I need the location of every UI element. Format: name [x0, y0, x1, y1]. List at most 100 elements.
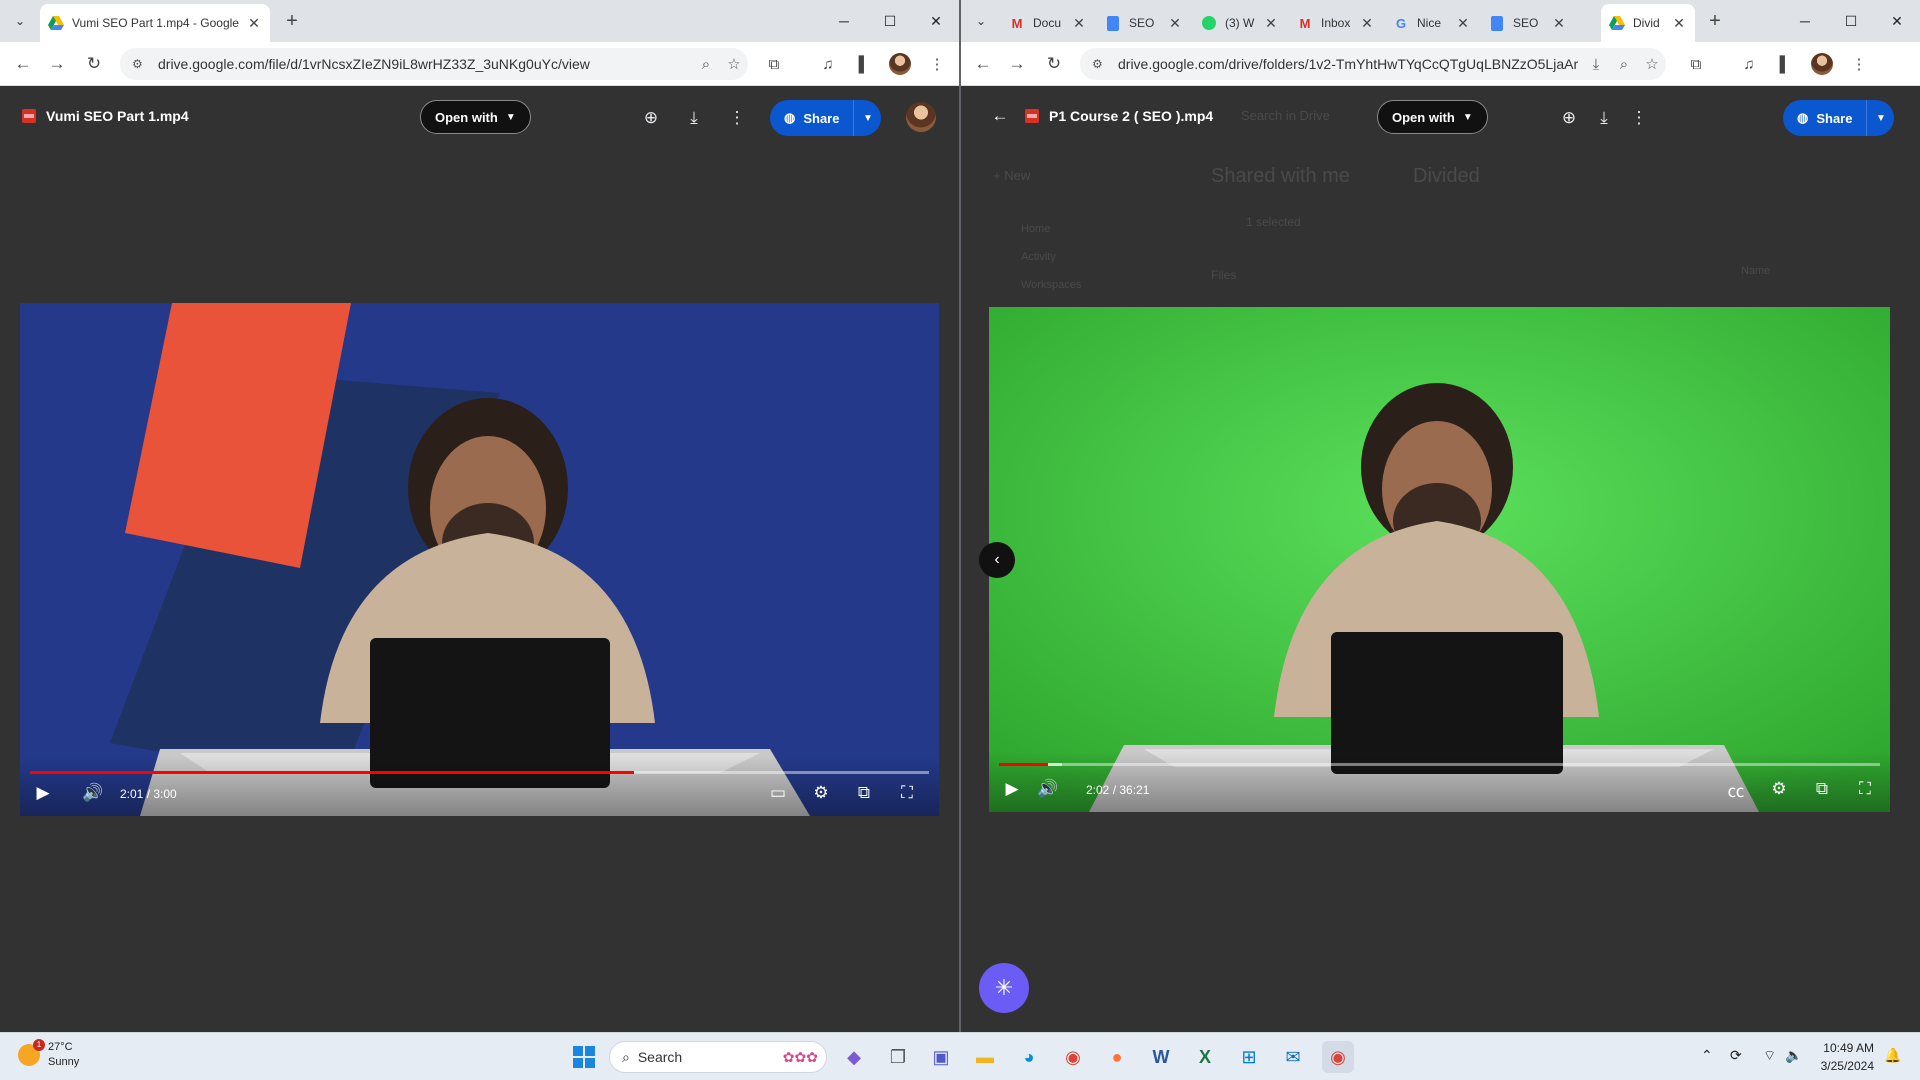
captions-icon[interactable]: ▭ — [765, 780, 791, 806]
settings-gear-icon[interactable]: ⚙ — [1766, 776, 1792, 802]
close-icon[interactable]: ✕ — [1167, 15, 1183, 32]
media-control-icon[interactable]: ♫ — [816, 52, 840, 76]
tab-search-chevron-icon[interactable]: ⌄ — [969, 9, 993, 33]
notification-bell-icon[interactable]: 🔔 — [1884, 1047, 1901, 1064]
mail-icon[interactable]: ✉ — [1277, 1041, 1309, 1073]
zoom-icon[interactable]: ⌕ — [1610, 56, 1638, 73]
close-icon[interactable]: ✕ — [1071, 15, 1087, 32]
tab-whatsapp[interactable]: (3) W ✕ — [1193, 4, 1287, 42]
share-button[interactable]: ◍ Share ▼ — [1783, 100, 1895, 136]
volume-icon[interactable]: 🔊 — [1035, 776, 1061, 802]
weather-widget[interactable]: 1 27°C Sunny — [18, 1039, 79, 1070]
profile-avatar[interactable] — [1811, 53, 1833, 75]
add-to-drive-icon[interactable]: ⊕ — [639, 106, 663, 130]
copilot-icon[interactable]: ◆ — [838, 1041, 870, 1073]
close-icon[interactable]: ✕ — [1359, 15, 1375, 32]
share-dropdown-icon[interactable]: ▼ — [1866, 100, 1894, 136]
play-icon[interactable]: ▶ — [30, 780, 56, 806]
more-menu-icon[interactable]: ⋮ — [925, 52, 949, 76]
tab-docu[interactable]: M Docu ✕ — [1001, 4, 1095, 42]
maximize-icon[interactable]: ☐ — [867, 0, 913, 42]
fullscreen-icon[interactable]: ⛶ — [894, 780, 920, 806]
window-close-icon[interactable]: ✕ — [1874, 0, 1920, 42]
more-actions-icon[interactable]: ⋮ — [725, 106, 749, 130]
edge-icon[interactable]: ◕ — [1013, 1041, 1045, 1073]
close-icon[interactable]: ✕ — [1455, 15, 1471, 32]
add-to-drive-icon[interactable]: ⊕ — [1557, 106, 1581, 130]
minimize-icon[interactable]: ─ — [1782, 0, 1828, 42]
site-info-icon[interactable]: ⚙ — [132, 57, 148, 71]
volume-icon[interactable]: 🔊 — [80, 780, 106, 806]
forward-arrow-icon[interactable]: → — [45, 52, 69, 76]
extensions-icon[interactable]: ⧉ — [1684, 52, 1708, 76]
side-panel-icon[interactable]: ▌ — [1773, 52, 1797, 76]
captions-icon[interactable]: ㏄ — [1723, 776, 1749, 802]
side-panel-icon[interactable]: ▌ — [852, 52, 876, 76]
tab-seo-doc[interactable]: SEO ✕ — [1097, 4, 1191, 42]
tray-overflow-icon[interactable]: ⌃ — [1701, 1047, 1713, 1064]
profile-avatar[interactable] — [889, 53, 911, 75]
bookmark-star-icon[interactable]: ☆ — [720, 55, 748, 73]
maximize-icon[interactable]: ☐ — [1828, 0, 1874, 42]
floating-assistant-button[interactable]: ✳ — [979, 963, 1029, 1013]
windows-start-icon[interactable] — [568, 1041, 600, 1073]
miniplayer-icon[interactable]: ⧉ — [1809, 776, 1835, 802]
sync-icon[interactable]: ⟳ — [1730, 1047, 1742, 1064]
address-bar[interactable]: ⚙ drive.google.com/drive/folders/1v2-TmY… — [1080, 48, 1666, 80]
more-actions-icon[interactable]: ⋮ — [1627, 106, 1651, 130]
share-dropdown-icon[interactable]: ▼ — [853, 100, 881, 136]
minimize-icon[interactable]: ─ — [821, 0, 867, 42]
speaker-icon[interactable]: 🔈 — [1785, 1047, 1802, 1064]
download-icon[interactable]: ⤓ — [682, 106, 706, 130]
close-icon[interactable]: ✕ — [246, 15, 262, 32]
reload-icon[interactable]: ↻ — [1042, 52, 1066, 76]
share-button[interactable]: ◍ Share ▼ — [770, 100, 882, 136]
media-control-icon[interactable]: ♫ — [1737, 52, 1761, 76]
system-clock[interactable]: 10:49 AM 3/25/2024 — [1821, 1039, 1874, 1075]
close-icon[interactable]: ✕ — [1671, 15, 1687, 32]
back-arrow-icon[interactable]: ← — [971, 52, 995, 76]
wifi-icon[interactable]: ⌔ — [1763, 1047, 1776, 1065]
tab-nice[interactable]: G Nice ✕ — [1385, 4, 1479, 42]
reload-icon[interactable]: ↻ — [82, 52, 106, 76]
forward-arrow-icon[interactable]: → — [1005, 52, 1029, 76]
zoom-icon[interactable]: ⌕ — [692, 56, 720, 73]
play-icon[interactable]: ▶ — [999, 776, 1025, 802]
close-icon[interactable]: ✕ — [1551, 15, 1567, 32]
chrome-profile-icon[interactable]: ◉ — [1322, 1041, 1354, 1073]
open-with-button[interactable]: Open with ▼ — [1377, 100, 1488, 134]
tab-seo-doc-2[interactable]: SEO ✕ — [1481, 4, 1575, 42]
site-info-icon[interactable]: ⚙ — [1092, 57, 1108, 71]
tab-search-chevron-icon[interactable]: ⌄ — [8, 9, 32, 33]
file-explorer-icon[interactable]: ▬ — [969, 1041, 1001, 1073]
fullscreen-icon[interactable]: ⛶ — [1852, 776, 1878, 802]
tab-divided[interactable]: Divid ✕ — [1601, 4, 1695, 42]
miniplayer-icon[interactable]: ⧉ — [851, 780, 877, 806]
back-arrow-icon[interactable]: ← — [988, 104, 1012, 128]
new-tab-plus-icon[interactable]: + — [1704, 10, 1726, 32]
chrome-icon[interactable]: ◉ — [1057, 1041, 1089, 1073]
video-player[interactable]: ▶ 🔊 2:01 / 3:00 ▭ ⚙ ⧉ ⛶ — [20, 303, 939, 816]
bookmark-star-icon[interactable]: ☆ — [1638, 55, 1666, 73]
open-with-button[interactable]: Open with ▼ — [420, 100, 531, 134]
teams-icon[interactable]: ▣ — [925, 1041, 957, 1073]
word-icon[interactable]: W — [1145, 1041, 1177, 1073]
tab-inbox[interactable]: M Inbox ✕ — [1289, 4, 1383, 42]
extensions-icon[interactable]: ⧉ — [762, 52, 786, 76]
previous-file-chevron-icon[interactable]: ‹ — [979, 542, 1015, 578]
store-icon[interactable]: ⊞ — [1233, 1041, 1265, 1073]
account-avatar[interactable] — [906, 102, 936, 132]
address-bar[interactable]: ⚙ drive.google.com/file/d/1vrNcsxZIeZN9i… — [120, 48, 748, 80]
excel-icon[interactable]: X — [1189, 1041, 1221, 1073]
video-progress-bar[interactable] — [30, 771, 929, 774]
video-player[interactable]: ▶ 🔊 2:02 / 36:21 ㏄ ⚙ ⧉ ⛶ — [989, 307, 1890, 812]
firefox-icon[interactable]: ● — [1101, 1041, 1133, 1073]
new-tab-plus-icon[interactable]: + — [281, 10, 303, 32]
taskbar-search[interactable]: ⌕ Search ✿✿✿ — [609, 1041, 827, 1073]
tab-vumi-seo[interactable]: Vumi SEO Part 1.mp4 - Google ✕ — [40, 4, 270, 42]
settings-gear-icon[interactable]: ⚙ — [808, 780, 834, 806]
video-progress-bar[interactable] — [999, 763, 1880, 766]
back-arrow-icon[interactable]: ← — [11, 52, 35, 76]
close-icon[interactable]: ✕ — [1263, 15, 1279, 32]
more-menu-icon[interactable]: ⋮ — [1847, 52, 1871, 76]
